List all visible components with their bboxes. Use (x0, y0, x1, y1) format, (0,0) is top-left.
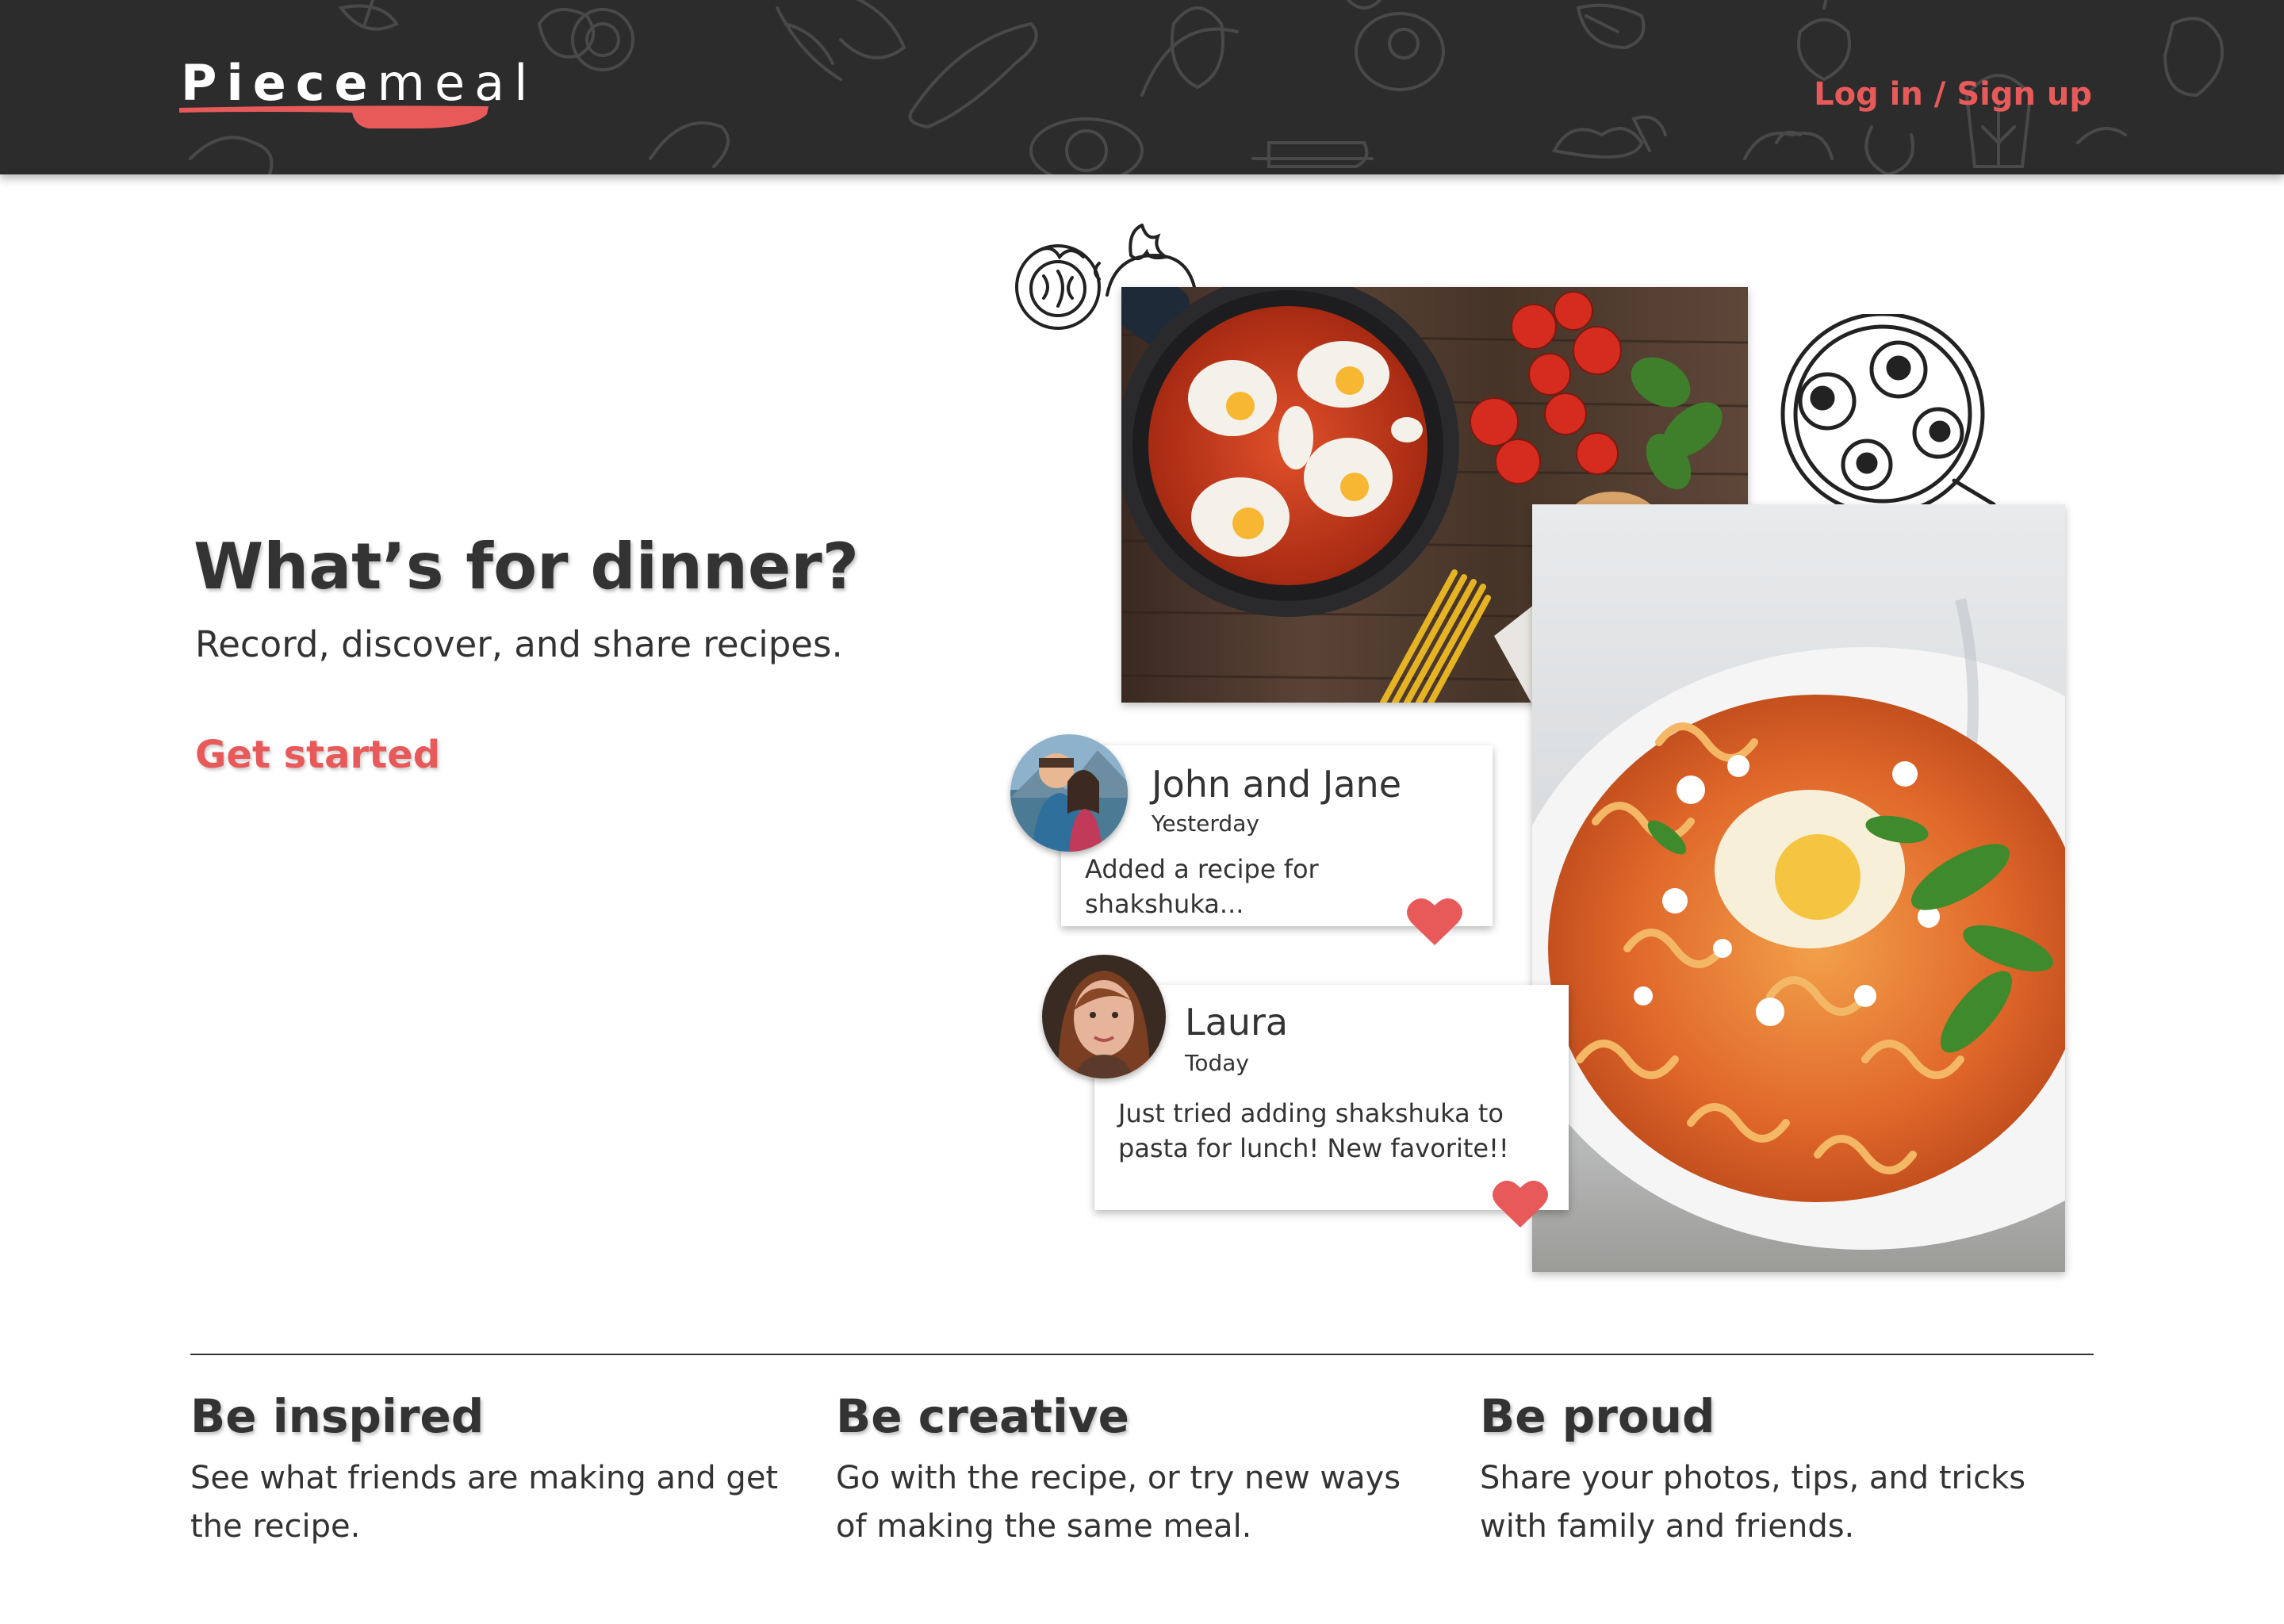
frying-pan-sketch (1780, 314, 1996, 504)
logo[interactable]: Piecemeal (179, 54, 537, 133)
feature-title: Be inspired (190, 1389, 485, 1443)
site-header: Piecemeal Log in / Sign up (0, 0, 2284, 174)
feed-card-time: Yesterday (1152, 810, 1259, 837)
feed-card-name: John and Jane (1152, 763, 1402, 806)
pasta-illustration (1532, 504, 2065, 1272)
avatar-photo (1010, 734, 1128, 852)
feature-text: Go with the recipe, or try new ways of m… (836, 1460, 1401, 1545)
hero-title: What’s for dinner? (194, 530, 860, 603)
feature-title: Be creative (836, 1389, 1129, 1443)
heart-icon[interactable] (1407, 896, 1462, 947)
feature-be-inspired: Be inspired See what friends are making … (190, 1389, 793, 1551)
feature-text: See what friends are making and get the … (190, 1460, 779, 1545)
avatar-photo (1042, 955, 1166, 1078)
feature-be-creative: Be creative Go with the recipe, or try n… (836, 1389, 1439, 1551)
feed-card-name: Laura (1185, 1001, 1289, 1044)
pasta-photo (1532, 504, 2065, 1272)
hero-subtitle: Record, discover, and share recipes. (195, 623, 843, 665)
feature-text: Share your photos, tips, and tricks with… (1480, 1460, 2026, 1545)
feed-card-text: Just tried adding shakshuka to pasta for… (1118, 1098, 1509, 1163)
heart-icon[interactable] (1493, 1178, 1548, 1229)
avatar-john-jane[interactable] (1010, 734, 1128, 852)
feature-title: Be proud (1480, 1389, 1715, 1443)
section-divider (190, 1354, 2094, 1355)
get-started-link[interactable]: Get started (195, 733, 440, 777)
logo-swoosh (179, 105, 489, 128)
avatar-laura[interactable] (1042, 955, 1166, 1078)
login-signup-link[interactable]: Log in / Sign up (1814, 76, 2092, 113)
feature-be-proud: Be proud Share your photos, tips, and tr… (1480, 1389, 2083, 1551)
feed-card-time: Today (1185, 1050, 1249, 1076)
